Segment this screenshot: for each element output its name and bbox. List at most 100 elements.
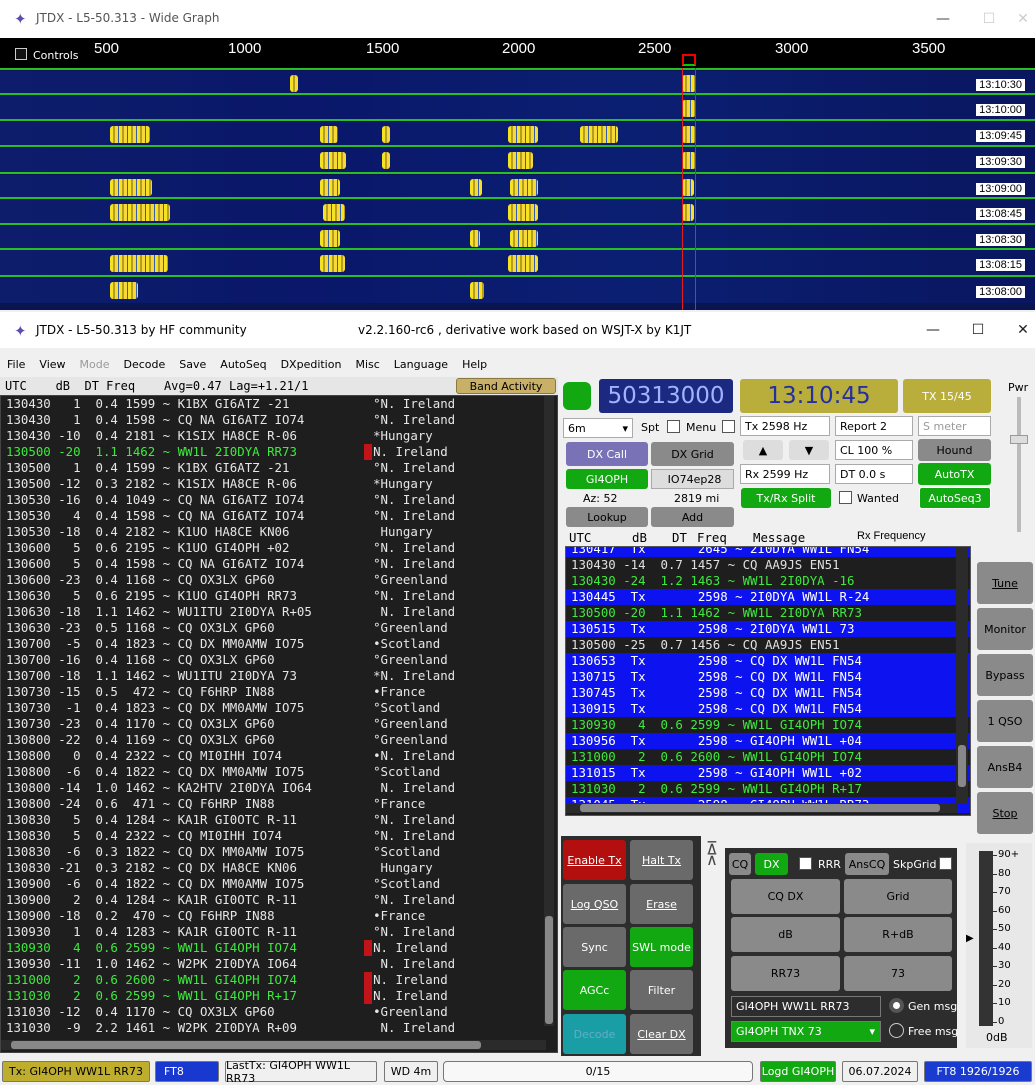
band-activity-row[interactable]: 130930 1 0.4 1283 ~ KA1R GI0OTC R-11 °N.…: [1, 924, 557, 940]
autoseq3-button[interactable]: AutoSeq3: [919, 487, 991, 509]
tx-frequency-field[interactable]: Tx 2598 Hz: [740, 416, 830, 436]
menu-language[interactable]: Language: [387, 358, 455, 371]
freq-down-button[interactable]: ▼: [789, 440, 829, 460]
hound-button[interactable]: Hound: [918, 439, 991, 461]
clear-dx-button[interactable]: Clear DX: [630, 1014, 693, 1054]
band-activity-row[interactable]: 130800 0 0.4 2322 ~ CQ MI0IHH IO74 •N. I…: [1, 748, 557, 764]
rx-frequency-row[interactable]: 130430 -24 1.2 1463 ~ WW1L 2I0DYA -16: [566, 573, 970, 589]
rrr-checkbox[interactable]: [799, 857, 812, 870]
rdb-button[interactable]: R+dB: [844, 917, 952, 952]
band-select[interactable]: 6m ▾: [563, 418, 633, 438]
rx-frequency-row[interactable]: 130445 Tx 2598 ~ 2I0DYA WW1L R-24: [566, 589, 970, 605]
band-activity-row[interactable]: 130730 -15 0.5 472 ~ CQ F6HRP IN88 •Fran…: [1, 684, 557, 700]
bypass-button[interactable]: Bypass: [977, 654, 1033, 696]
gen-msg-radio[interactable]: [889, 998, 904, 1013]
pwr-slider-track[interactable]: [1017, 397, 1021, 532]
rr73-button[interactable]: RR73: [731, 956, 840, 991]
pwr-slider-handle[interactable]: [1010, 435, 1028, 444]
cq-dx-button[interactable]: CQ DX: [731, 879, 840, 914]
frequency-ruler[interactable]: Controls 500 1000 1500 2000 2500 3000 35…: [0, 38, 1035, 68]
add-button[interactable]: Add: [651, 507, 734, 527]
rx-frequency-row[interactable]: 130956 Tx 2598 ~ GI4OPH WW1L +04: [566, 733, 970, 749]
band-activity-row[interactable]: 130800 -14 1.0 1462 ~ KA2HTV 2I0DYA IO64…: [1, 780, 557, 796]
spt-checkbox[interactable]: [667, 420, 680, 433]
tx-freq-marker[interactable]: [682, 54, 696, 66]
dx-call-value[interactable]: GI4OPH: [566, 469, 648, 489]
band-activity-row[interactable]: 130900 -6 0.4 1822 ~ CQ DX MM0AMW IO75 °…: [1, 876, 557, 892]
collapse-icon[interactable]: ⊼ ⊼: [703, 840, 721, 878]
rx-frequency-row[interactable]: 130417 Tx 2645 ~ 2I0DYA WW1L FN54: [566, 547, 970, 557]
rx-frequency-row[interactable]: 131000 2 0.6 2600 ~ WW1L GI4OPH IO74: [566, 749, 970, 765]
hscroll-thumb[interactable]: [580, 804, 940, 812]
band-activity-row[interactable]: 130930 4 0.6 2599 ~ WW1L GI4OPH IO74 N. …: [1, 940, 557, 956]
rx-frequency-field[interactable]: Rx 2599 Hz: [740, 464, 830, 484]
band-activity-row[interactable]: 130830 -21 0.3 2182 ~ CQ DX HA8CE KN06 H…: [1, 860, 557, 876]
menu-help[interactable]: Help: [455, 358, 494, 371]
hscroll-thumb[interactable]: [11, 1041, 481, 1049]
halt-tx-button[interactable]: Halt Tx: [630, 840, 693, 880]
band-activity-row[interactable]: 130530 -16 0.4 1049 ~ CQ NA GI6ATZ IO74 …: [1, 492, 557, 508]
scrollbar-thumb[interactable]: [545, 916, 553, 1024]
rx-frequency-row[interactable]: 131030 2 0.6 2599 ~ WW1L GI4OPH R+17: [566, 781, 970, 797]
rx-frequency-row[interactable]: 130653 Tx 2598 ~ CQ DX WW1L FN54: [566, 653, 970, 669]
anscq-button[interactable]: AnsCQ: [845, 853, 889, 875]
lookup-button[interactable]: Lookup: [566, 507, 648, 527]
band-activity-row[interactable]: 130730 -1 0.4 1823 ~ CQ DX MM0AMW IO75 °…: [1, 700, 557, 716]
band-activity-list[interactable]: 130430 1 0.4 1599 ~ K1BX GI6ATZ -21 °N. …: [0, 395, 558, 1053]
rx-list-hscroll[interactable]: [566, 803, 958, 813]
skipgrid-checkbox[interactable]: [939, 857, 952, 870]
free-msg-radio[interactable]: [889, 1023, 904, 1038]
menu-save[interactable]: Save: [172, 358, 213, 371]
report-field[interactable]: Report 2: [835, 416, 913, 436]
band-activity-row[interactable]: 130900 -18 0.2 470 ~ CQ F6HRP IN88 •Fran…: [1, 908, 557, 924]
tune-button[interactable]: Tune: [977, 562, 1033, 604]
smeter-field[interactable]: S meter: [918, 416, 991, 436]
band-activity-row[interactable]: 130730 -23 0.4 1170 ~ CQ OX3LX GP60 °Gre…: [1, 716, 557, 732]
menu-view[interactable]: View: [32, 358, 72, 371]
band-activity-row[interactable]: 130700 -16 0.4 1168 ~ CQ OX3LX GP60 °Gre…: [1, 652, 557, 668]
db-button[interactable]: dB: [731, 917, 840, 952]
menu-dxpedition[interactable]: DXpedition: [274, 358, 349, 371]
band-activity-row[interactable]: 130430 1 0.4 1599 ~ K1BX GI6ATZ -21 °N. …: [1, 396, 557, 412]
menu-file[interactable]: File: [0, 358, 32, 371]
txrx-split-button[interactable]: Tx/Rx Split: [741, 488, 831, 508]
erase-button[interactable]: Erase: [630, 884, 693, 924]
menu-checkbox[interactable]: [722, 420, 735, 433]
band-activity-row[interactable]: 131030 -12 0.4 1170 ~ CQ OX3LX GP60 •Gre…: [1, 1004, 557, 1020]
agcc-button[interactable]: AGCc: [563, 970, 626, 1010]
band-activity-row[interactable]: 130830 -6 0.3 1822 ~ CQ DX MM0AMW IO75 °…: [1, 844, 557, 860]
dx-button[interactable]: DX: [755, 853, 788, 875]
band-activity-row[interactable]: 131030 -9 2.2 1461 ~ W2PK 2I0DYA R+09 N.…: [1, 1020, 557, 1036]
band-activity-scrollbar[interactable]: [544, 396, 554, 1026]
band-activity-row[interactable]: 130500 -20 1.1 1462 ~ WW1L 2I0DYA RR73 N…: [1, 444, 557, 460]
menu-autoseq[interactable]: AutoSeq: [213, 358, 273, 371]
rx-frequency-row[interactable]: 130500 -25 0.7 1456 ~ CQ AA9JS EN51: [566, 637, 970, 653]
enable-tx-button[interactable]: Enable Tx: [563, 840, 626, 880]
dial-frequency[interactable]: 50313000: [599, 379, 733, 413]
free-message-select[interactable]: GI4OPH TNX 73 ▾: [731, 1021, 881, 1042]
band-activity-row[interactable]: 130600 -23 0.4 1168 ~ CQ OX3LX GP60 °Gre…: [1, 572, 557, 588]
b73-button[interactable]: 73: [844, 956, 952, 991]
log-qso-button[interactable]: Log QSO: [563, 884, 626, 924]
close-icon[interactable]: ✕: [1000, 0, 1035, 38]
stop-button[interactable]: Stop: [977, 792, 1033, 834]
menu-misc[interactable]: Misc: [348, 358, 386, 371]
band-activity-row[interactable]: 130700 -5 0.4 1823 ~ CQ DX MM0AMW IO75 •…: [1, 636, 557, 652]
rx-list-scrollbar[interactable]: [956, 547, 968, 803]
band-activity-row[interactable]: 131000 2 0.6 2600 ~ WW1L GI4OPH IO74 N. …: [1, 972, 557, 988]
band-activity-row[interactable]: 130500 -12 0.3 2182 ~ K1SIX HA8CE R-06 *…: [1, 476, 557, 492]
rx-frequency-row[interactable]: 130915 Tx 2598 ~ CQ DX WW1L FN54: [566, 701, 970, 717]
dx-grid-button[interactable]: DX Grid: [651, 442, 734, 466]
controls-checkbox[interactable]: [15, 48, 27, 60]
minimize-icon[interactable]: —: [910, 312, 956, 348]
rx-frequency-row[interactable]: 130715 Tx 2598 ~ CQ DX WW1L FN54: [566, 669, 970, 685]
cl-field[interactable]: CL 100 %: [835, 440, 913, 460]
band-activity-row[interactable]: 130830 5 0.4 1284 ~ KA1R GI0OTC R-11 °N.…: [1, 812, 557, 828]
band-activity-row[interactable]: 130600 5 0.6 2195 ~ K1UO GI4OPH +02 °N. …: [1, 540, 557, 556]
band-activity-row[interactable]: 131030 2 0.6 2599 ~ WW1L GI4OPH R+17 N. …: [1, 988, 557, 1004]
filter-button[interactable]: Filter: [630, 970, 693, 1010]
band-activity-row[interactable]: 130500 1 0.4 1599 ~ K1BX GI6ATZ -21 °N. …: [1, 460, 557, 476]
band-activity-row[interactable]: 130600 5 0.4 1598 ~ CQ NA GI6ATZ IO74 °N…: [1, 556, 557, 572]
band-activity-row[interactable]: 130530 4 0.4 1598 ~ CQ NA GI6ATZ IO74 °N…: [1, 508, 557, 524]
menu-decode[interactable]: Decode: [117, 358, 173, 371]
